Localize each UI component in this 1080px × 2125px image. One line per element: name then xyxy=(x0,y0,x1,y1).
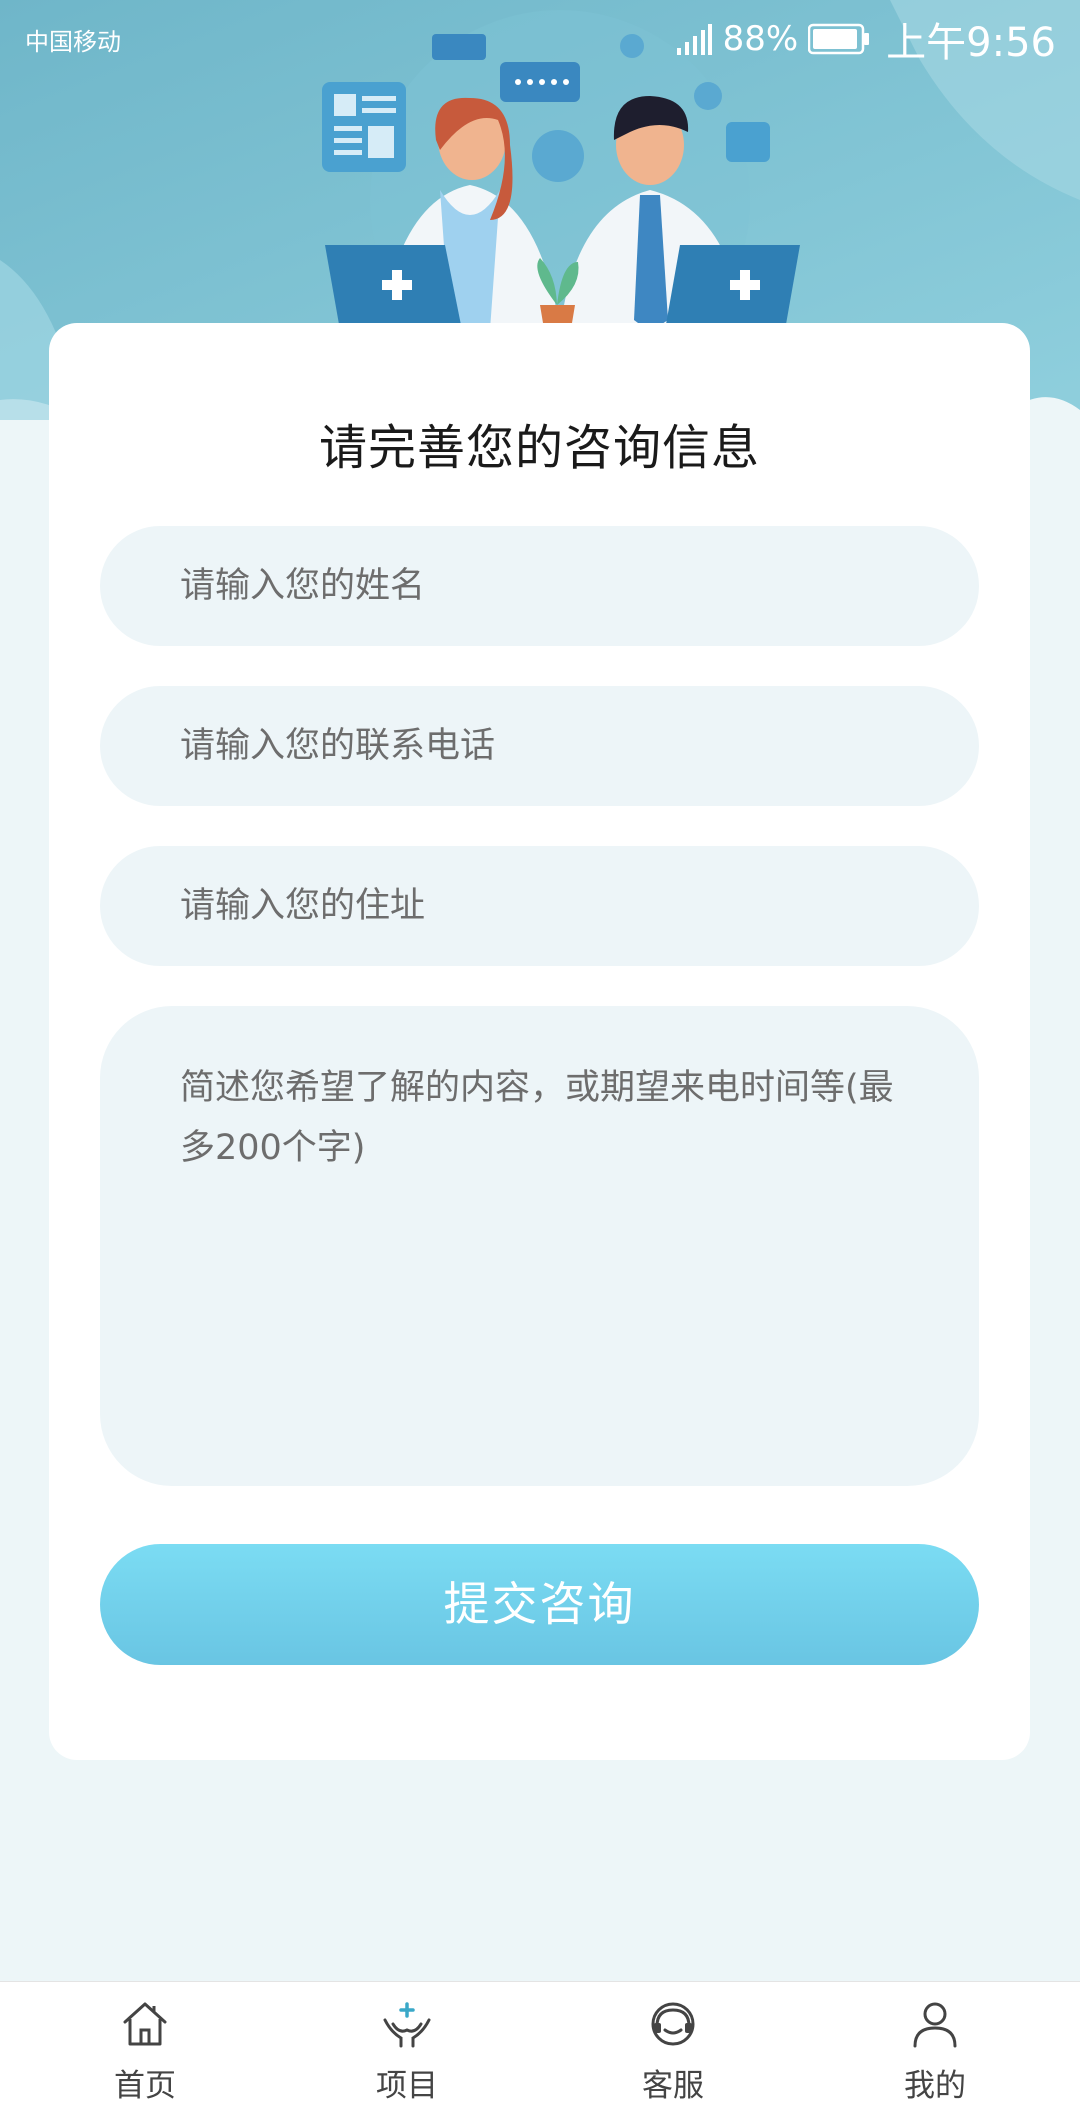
form-title: 请完善您的咨询信息 xyxy=(318,420,760,476)
headset-icon xyxy=(651,2002,695,2046)
tab-mine-label: 我的 xyxy=(904,2068,966,2104)
tab-project-label: 项目 xyxy=(376,2068,438,2104)
tab-service-label: 客服 xyxy=(642,2068,704,2104)
status-time: 上午9:56 xyxy=(886,20,1056,66)
person-icon xyxy=(913,2002,957,2048)
signal-icon xyxy=(676,24,712,55)
status-bar: 中国移动 88% 上午9:56 xyxy=(0,0,1080,74)
tab-mine[interactable]: 我的 xyxy=(855,1998,1015,2118)
content-textarea[interactable]: 简述您希望了解的内容，或期望来电时间等(最多200个字) xyxy=(100,1006,979,1486)
tab-project[interactable]: 项目 xyxy=(327,1998,487,2118)
carrier-name: 中国移动 xyxy=(25,28,121,56)
name-placeholder: 请输入您的姓名 xyxy=(180,566,426,606)
tab-home-label: 首页 xyxy=(114,2068,176,2104)
submit-consult-button[interactable]: 提交咨询 xyxy=(100,1544,979,1665)
consult-form-card: 请完善您的咨询信息 请输入您的姓名 请输入您的联系电话 请输入您的住址 简述您希… xyxy=(49,323,1030,1760)
phone-placeholder: 请输入您的联系电话 xyxy=(180,726,496,766)
name-field[interactable]: 请输入您的姓名 xyxy=(100,526,979,646)
battery-percent: 88% xyxy=(722,19,799,59)
address-field[interactable]: 请输入您的住址 xyxy=(100,846,979,966)
battery-icon xyxy=(808,23,870,55)
content-placeholder: 简述您希望了解的内容，或期望来电时间等(最多200个字) xyxy=(180,1068,894,1168)
address-placeholder: 请输入您的住址 xyxy=(180,886,426,926)
status-right: 88% 上午9:56 xyxy=(675,10,1056,68)
phone-field[interactable]: 请输入您的联系电话 xyxy=(100,686,979,806)
tab-home[interactable]: 首页 xyxy=(65,1998,225,2118)
tab-service[interactable]: 客服 xyxy=(593,1998,753,2118)
bottom-tab-bar: 首页 项目 客服 我的 xyxy=(0,1981,1080,2125)
home-icon xyxy=(123,2002,167,2046)
hands-plus-icon xyxy=(383,2002,431,2048)
